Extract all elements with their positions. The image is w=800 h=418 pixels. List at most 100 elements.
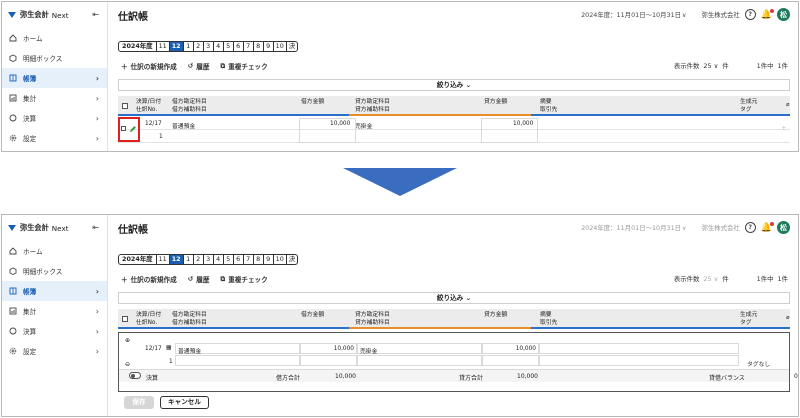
sidebar-item-label: 決算 — [23, 328, 37, 336]
count-unit: 件 — [722, 275, 729, 283]
col-entry-no: 仕訳No. — [136, 320, 158, 326]
new-entry-button[interactable]: ＋仕訳の新規作成 — [121, 61, 177, 71]
debit-tax-input[interactable] — [300, 355, 357, 366]
tag-value[interactable]: タグなし — [747, 359, 770, 368]
month-tab[interactable]: 1 — [184, 255, 194, 264]
debit-amount-input[interactable]: 10,000 — [300, 343, 357, 354]
double-chevron-down-icon: ⌄ — [465, 294, 472, 302]
sidebar-item-home[interactable]: ホーム — [2, 241, 107, 261]
display-count-select[interactable]: 25 ∨ — [703, 62, 718, 70]
month-tab[interactable]: 4 — [214, 255, 224, 264]
fiscal-period-selector[interactable]: 2024年度：11月01日〜10月31日∨ — [581, 223, 686, 232]
debit-sub-input[interactable] — [175, 355, 300, 366]
month-tab[interactable]: 5 — [224, 255, 234, 264]
month-tab[interactable]: 決 — [287, 255, 297, 264]
month-tab[interactable]: 1 — [184, 42, 194, 51]
filter-toggle[interactable]: 絞り込み ⌄ — [118, 292, 790, 304]
sidebar-item-summary[interactable]: 集計 › — [2, 88, 107, 108]
select-all-checkbox[interactable] — [122, 103, 128, 109]
remove-line-icon[interactable]: ⊖ — [125, 361, 130, 368]
sidebar-item-books[interactable]: 帳簿 › — [2, 68, 107, 88]
credit-sub-input[interactable] — [357, 355, 482, 366]
month-tab[interactable]: 3 — [204, 255, 214, 264]
collapse-sidebar-icon[interactable]: ⇤ — [92, 223, 99, 232]
month-tab[interactable]: 6 — [234, 255, 244, 264]
partner-input[interactable] — [539, 355, 739, 366]
month-year[interactable]: 2024年度 — [119, 42, 157, 51]
sidebar-item-summary[interactable]: 集計 › — [2, 301, 107, 321]
row-checkbox[interactable] — [121, 126, 126, 131]
new-entry-button[interactable]: ＋仕訳の新規作成 — [121, 274, 177, 284]
sidebar-item-settlement[interactable]: 決算 › — [2, 321, 107, 341]
display-count-select[interactable]: 25 ∨ — [703, 275, 718, 283]
month-tab[interactable]: 6 — [234, 42, 244, 51]
duplicate-check-button[interactable]: ⧉ 重複チェック — [220, 61, 267, 72]
fiscal-period-selector[interactable]: 2024年度：11月01日〜10月31日∨ — [581, 10, 686, 19]
range-text: 1件中 — [756, 62, 774, 70]
company-name[interactable]: 弥生株式会社 — [701, 223, 739, 232]
duplicate-check-button[interactable]: ⧉ 重複チェック — [220, 274, 267, 285]
save-button[interactable]: 保存 — [124, 396, 154, 409]
month-tab[interactable]: 10 — [274, 255, 287, 264]
month-tab-selected[interactable]: 12 — [169, 255, 184, 264]
bell-icon[interactable]: 🔔 — [761, 221, 774, 233]
add-line-icon[interactable]: ⊕ — [125, 337, 130, 344]
table-header: 決算/日付 仕訳No. 借方勘定科目 借方補助科目 借方金額 貸方勘定科目 貸方… — [118, 96, 790, 116]
cancel-button[interactable]: キャンセル — [160, 396, 209, 409]
summary-input[interactable] — [539, 343, 739, 354]
avatar[interactable]: 松 — [777, 8, 790, 21]
home-icon — [8, 34, 17, 43]
edit-date-field[interactable]: 12/17 — [145, 346, 162, 352]
month-tab[interactable]: 7 — [244, 42, 254, 51]
sidebar-item-home[interactable]: ホーム — [2, 28, 107, 48]
month-tab[interactable]: 4 — [214, 42, 224, 51]
pencil-icon[interactable] — [129, 125, 137, 133]
month-tab[interactable]: 8 — [254, 255, 264, 264]
collapse-sidebar-icon[interactable]: ⇤ — [92, 10, 99, 19]
month-tab[interactable]: 2 — [194, 42, 204, 51]
sidebar-item-settlement[interactable]: 決算 › — [2, 108, 107, 128]
settlement-toggle[interactable] — [129, 372, 141, 379]
company-name[interactable]: 弥生株式会社 — [701, 10, 739, 19]
month-tab[interactable]: 8 — [254, 42, 264, 51]
month-tab[interactable]: 11 — [157, 255, 170, 264]
sidebar-item-settings[interactable]: 設定 › — [2, 128, 107, 148]
month-year[interactable]: 2024年度 — [119, 255, 157, 264]
box-icon — [8, 54, 17, 63]
history-button[interactable]: ↺ 履歴 — [188, 274, 210, 284]
bell-icon[interactable]: 🔔 — [761, 8, 774, 20]
history-button[interactable]: ↺ 履歴 — [188, 61, 210, 71]
calendar-icon[interactable]: ▦ — [166, 345, 171, 351]
sidebar-item-books[interactable]: 帳簿 › — [2, 281, 107, 301]
sidebar-item-statement-box[interactable]: 明細ボックス — [2, 48, 107, 68]
month-tab[interactable]: 3 — [204, 42, 214, 51]
credit-account-input[interactable]: 売掛金 — [357, 343, 482, 355]
month-tab[interactable]: 2 — [194, 255, 204, 264]
sidebar-item-settings[interactable]: 設定 › — [2, 341, 107, 361]
edit-entry-no: 1 — [169, 359, 173, 365]
history-label: 履歴 — [196, 63, 210, 71]
month-tab[interactable]: 9 — [264, 255, 274, 264]
filter-toggle[interactable]: 絞り込み ⌄ — [118, 79, 790, 91]
help-icon[interactable]: ? — [744, 9, 756, 20]
credit-amount-input[interactable]: 10,000 — [482, 343, 539, 354]
select-all-checkbox[interactable] — [122, 316, 128, 322]
month-tab[interactable]: 決 — [287, 42, 297, 51]
month-tab-selected[interactable]: 12 — [169, 42, 184, 51]
debit-account-input[interactable]: 普通預金 — [175, 343, 300, 355]
month-tab[interactable]: 5 — [224, 42, 234, 51]
month-tab[interactable]: 9 — [264, 42, 274, 51]
screen-before: 弥生会計 Next ⇤ ホーム 明細ボックス 帳簿 › 集計 › 決算 › 設定 › 仕… — [1, 1, 799, 152]
display-count-label: 表示件数 — [673, 275, 700, 283]
credit-total-label: 貸方合計 — [459, 375, 484, 382]
sidebar-item-statement-box[interactable]: 明細ボックス — [2, 261, 107, 281]
help-icon[interactable]: ? — [744, 222, 756, 233]
month-tab[interactable]: 11 — [157, 42, 170, 51]
month-tab[interactable]: 7 — [244, 255, 254, 264]
month-tab[interactable]: 10 — [274, 42, 287, 51]
credit-tax-input[interactable] — [482, 355, 539, 366]
avatar[interactable]: 松 — [777, 221, 790, 234]
duplicate-check-icon: ⧉ — [220, 61, 226, 70]
sidebar: 弥生会計 Next ⇤ ホーム 明細ボックス 帳簿 › 集計 › 決算 › 設定 › — [2, 2, 108, 151]
row-add-icon[interactable]: ＋ — [781, 123, 787, 132]
